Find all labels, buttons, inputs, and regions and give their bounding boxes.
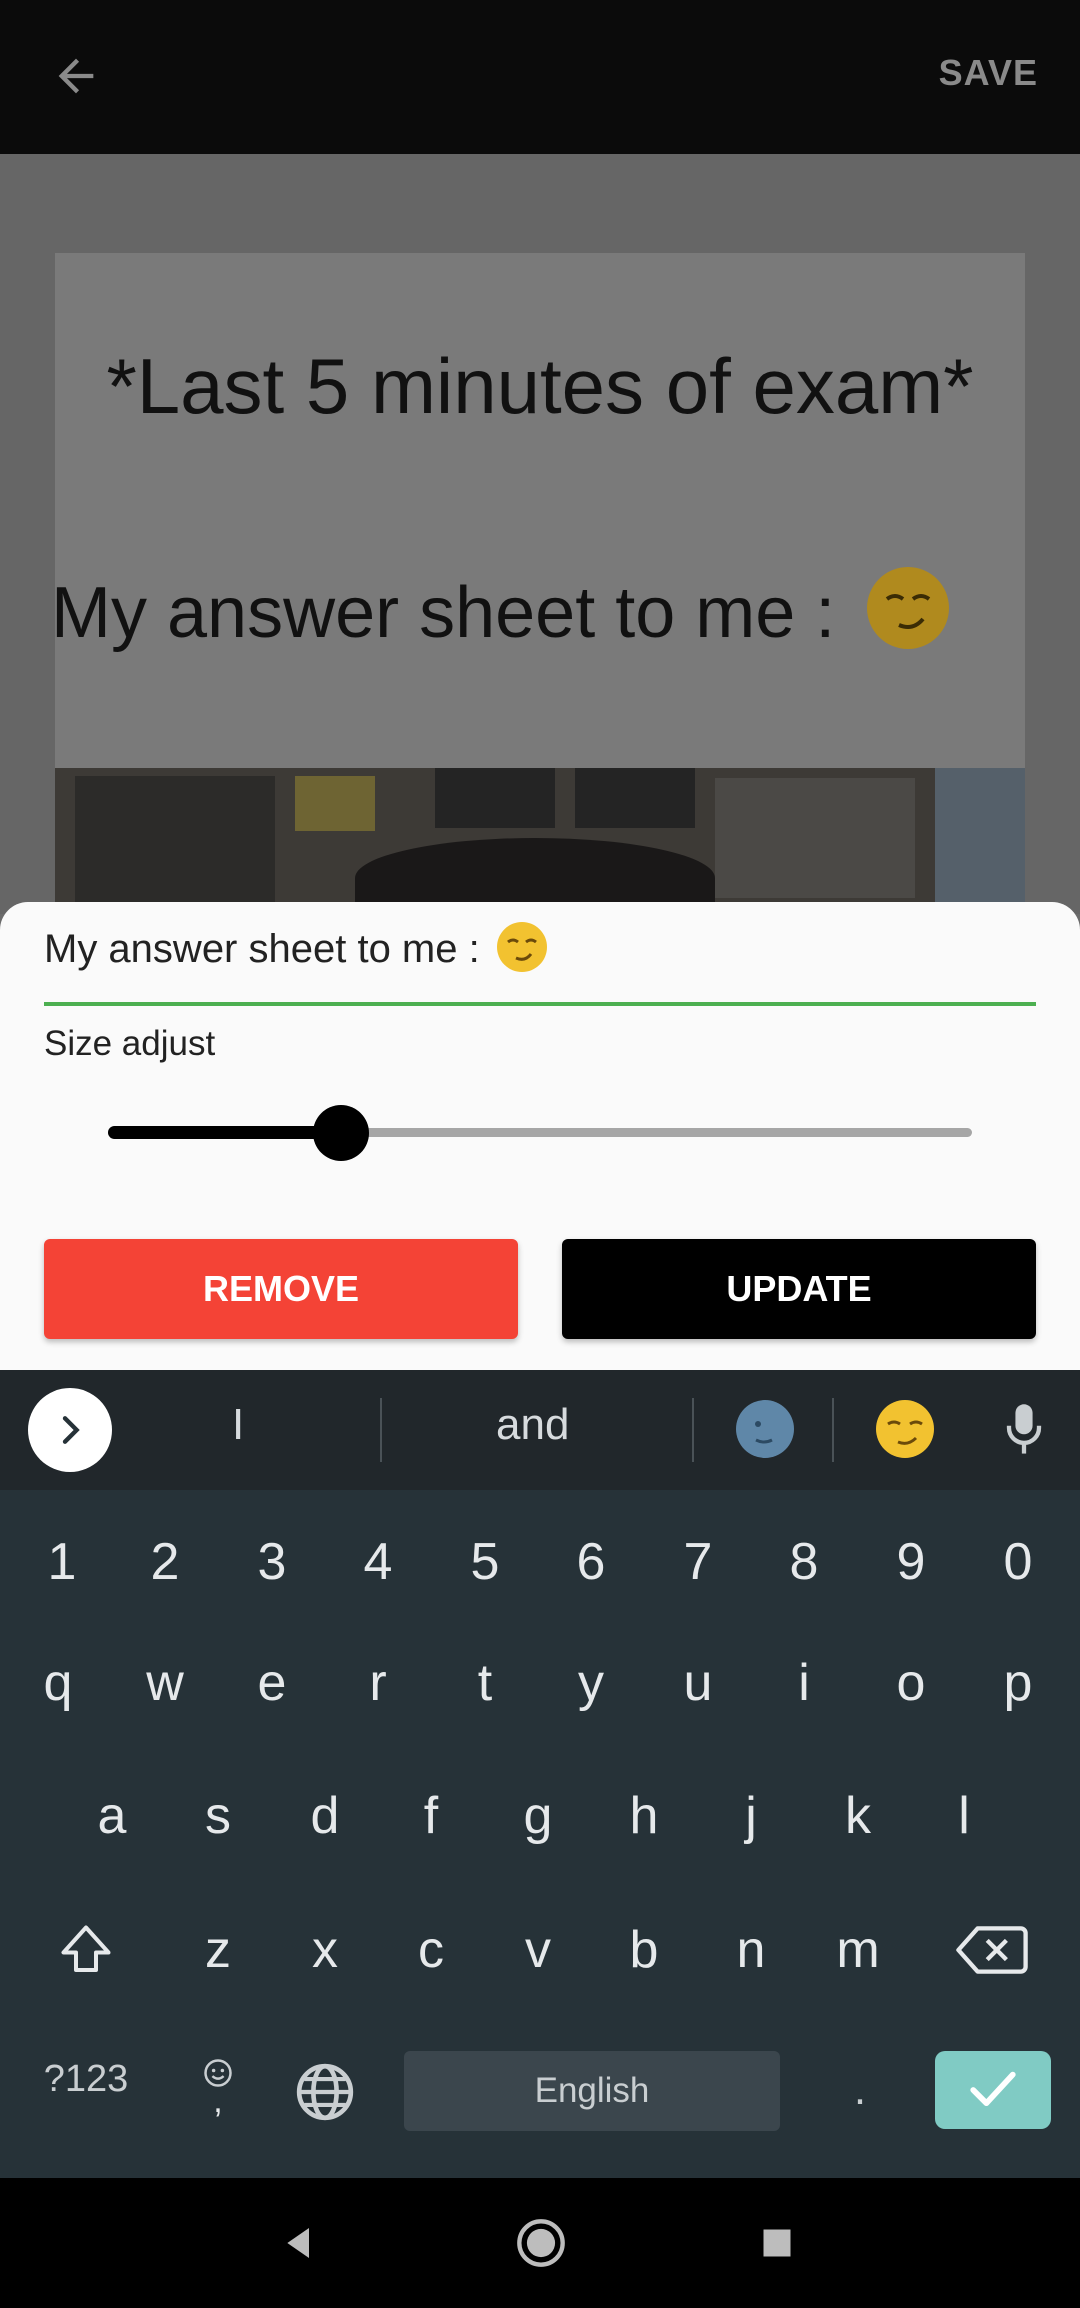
meme-photo	[55, 768, 1025, 918]
nav-back-icon	[287, 2228, 309, 2258]
smirking-face-emoji-icon	[867, 567, 950, 649]
caption-text-field[interactable]: My answer sheet to me :	[44, 912, 1036, 1006]
key-7[interactable]: 7	[648, 1512, 748, 1612]
nav-home-button[interactable]	[506, 2208, 576, 2278]
key-5[interactable]: 5	[435, 1512, 535, 1612]
language-key[interactable]	[275, 2042, 375, 2142]
keyboard-suggestion-strip: I and	[0, 1370, 1080, 1490]
key-w[interactable]: w	[115, 1633, 215, 1733]
key-n[interactable]: n	[701, 1900, 801, 2000]
back-button[interactable]	[40, 40, 112, 112]
backspace-icon	[956, 1926, 1028, 1974]
meme-caption-line2-text: My answer sheet to me :	[55, 573, 856, 653]
meme-caption-line1: *Last 5 minutes of exam*	[106, 342, 974, 430]
key-4[interactable]: 4	[328, 1512, 428, 1612]
key-9[interactable]: 9	[861, 1512, 961, 1612]
letter-row-middle: a s d f g h j k l	[0, 1766, 1080, 1866]
app-bar: SAVE	[0, 0, 1080, 154]
key-8[interactable]: 8	[754, 1512, 854, 1612]
nav-recents-icon	[763, 2229, 791, 2257]
key-0[interactable]: 0	[968, 1512, 1068, 1612]
smirking-face-emoji-icon[interactable]	[876, 1400, 934, 1458]
key-m[interactable]: m	[808, 1900, 908, 2000]
checkmark-icon	[970, 2071, 1016, 2107]
key-d[interactable]: d	[275, 1766, 375, 1866]
suggestion-word-1[interactable]: I	[232, 1400, 244, 1450]
key-j[interactable]: j	[701, 1766, 801, 1866]
key-s[interactable]: s	[168, 1766, 268, 1866]
nav-home-icon	[517, 2219, 565, 2267]
smirking-face-emoji-icon	[496, 922, 547, 972]
slider-thumb[interactable]	[313, 1105, 369, 1161]
enter-key[interactable]	[935, 2051, 1051, 2129]
symbols-key[interactable]: ?123	[26, 2058, 146, 2101]
key-c[interactable]: c	[381, 1900, 481, 2000]
expand-toolbar-button[interactable]	[28, 1388, 112, 1472]
key-e[interactable]: e	[222, 1633, 322, 1733]
backspace-key[interactable]	[942, 1900, 1042, 2000]
save-button[interactable]: SAVE	[939, 52, 1038, 94]
key-g[interactable]: g	[488, 1766, 588, 1866]
key-v[interactable]: v	[488, 1900, 588, 2000]
globe-icon	[296, 2063, 354, 2121]
key-t[interactable]: t	[435, 1633, 535, 1733]
key-h[interactable]: h	[594, 1766, 694, 1866]
key-q[interactable]: q	[8, 1633, 108, 1733]
key-3[interactable]: 3	[222, 1512, 322, 1612]
system-nav-bar	[0, 2178, 1080, 2308]
remove-button[interactable]: REMOVE	[44, 1239, 518, 1339]
text-edit-sheet: My answer sheet to me : Size adjust REMO…	[0, 902, 1080, 1370]
soft-keyboard: 1 2 3 4 5 6 7 8 9 0 q w e r t y u i o p …	[0, 1490, 1080, 2178]
key-z[interactable]: z	[168, 1900, 268, 2000]
meme-caption-line2[interactable]: My answer sheet to me :	[55, 567, 950, 654]
key-u[interactable]: u	[648, 1633, 748, 1733]
key-r[interactable]: r	[328, 1633, 428, 1733]
caption-text-value: My answer sheet to me :	[44, 927, 491, 971]
key-x[interactable]: x	[275, 1900, 375, 2000]
key-6[interactable]: 6	[541, 1512, 641, 1612]
update-button[interactable]: UPDATE	[562, 1239, 1036, 1339]
number-row: 1 2 3 4 5 6 7 8 9 0	[0, 1512, 1080, 1612]
period-key[interactable]: .	[810, 2040, 910, 2140]
key-f[interactable]: f	[381, 1766, 481, 1866]
suggestion-word-2[interactable]: and	[496, 1400, 569, 1450]
shift-key[interactable]	[36, 1900, 136, 2000]
size-slider[interactable]	[108, 1102, 972, 1162]
key-l[interactable]: l	[914, 1766, 1014, 1866]
shift-icon	[61, 1925, 111, 1972]
key-1[interactable]: 1	[12, 1512, 112, 1612]
new-moon-face-emoji-icon[interactable]	[736, 1400, 794, 1458]
slider-fill	[108, 1126, 341, 1139]
key-k[interactable]: k	[808, 1766, 908, 1866]
key-i[interactable]: i	[754, 1633, 854, 1733]
meme-preview: *Last 5 minutes of exam* My answer sheet…	[55, 253, 1025, 918]
key-2[interactable]: 2	[115, 1512, 215, 1612]
chevron-right-icon	[62, 1416, 80, 1444]
key-y[interactable]: y	[541, 1633, 641, 1733]
space-bar[interactable]: English	[404, 2051, 780, 2131]
size-adjust-label: Size adjust	[44, 1024, 216, 1063]
key-a[interactable]: a	[62, 1766, 162, 1866]
key-p[interactable]: p	[968, 1633, 1068, 1733]
key-o[interactable]: o	[861, 1633, 961, 1733]
letter-row-bottom: z x c v b n m	[0, 1900, 1080, 2000]
comma-label: ,	[213, 2082, 223, 2120]
emoji-comma-key[interactable]: ,	[168, 2036, 268, 2136]
nav-recents-button[interactable]	[742, 2208, 812, 2278]
letter-row-top: q w e r t y u i o p	[0, 1633, 1080, 1733]
key-b[interactable]: b	[594, 1900, 694, 2000]
microphone-icon[interactable]	[998, 1400, 1050, 1465]
arrow-back-icon	[58, 58, 94, 94]
nav-back-button[interactable]	[264, 2208, 334, 2278]
